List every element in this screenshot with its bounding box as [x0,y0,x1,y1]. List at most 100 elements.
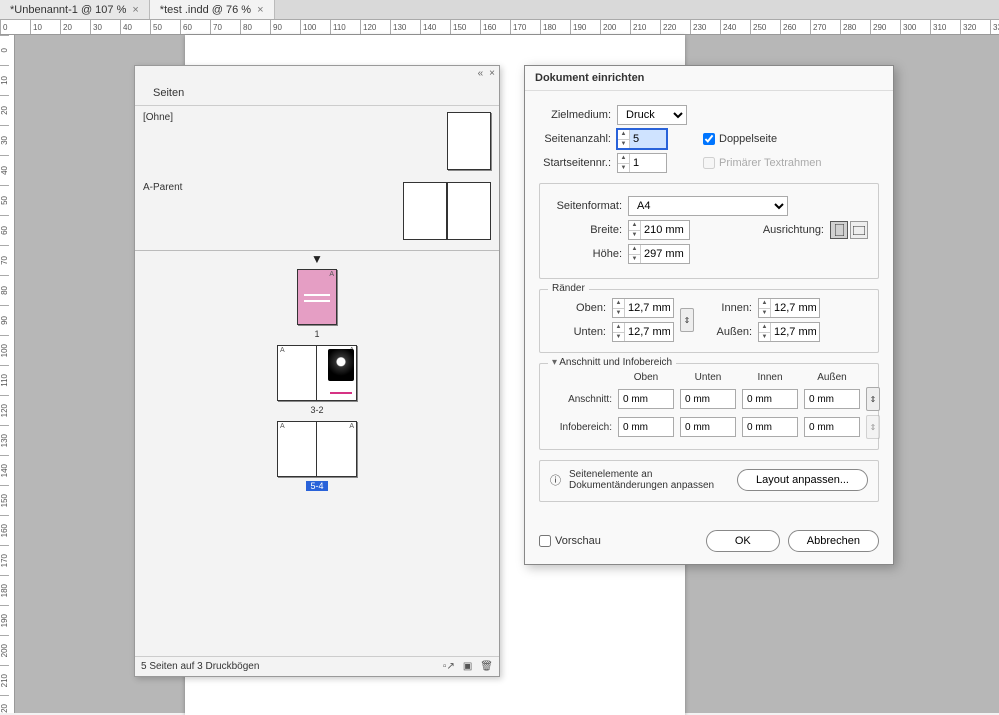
width-field[interactable] [641,221,689,239]
spread-2[interactable]: A A 3-2 [135,345,499,415]
master-indicator: A [329,271,334,278]
ruler-horizontal[interactable]: 0102030405060708090100110120130140150160… [0,20,999,35]
col-bottom: Unten [680,372,736,383]
page-number: 5-4 [306,481,327,491]
master-indicator: A [349,423,354,430]
bleed-section: Anschnitt und Infobereich Oben Unten Inn… [539,363,879,450]
margin-inside-input[interactable]: ▲▼ [758,298,820,318]
tab-label: *Unbenannt-1 @ 107 % [10,4,126,16]
margin-outside-label: Außen: [700,326,752,338]
panel-tab-bar: Seiten [135,81,499,106]
col-inside: Innen [742,372,798,383]
page-size-section: Seitenformat: A4 Breite: ▲▼ Ausrichtung:… [539,183,879,279]
info-icon: ⓘ [550,472,561,488]
trash-icon[interactable]: 🗑 [480,661,493,672]
tab-doc-1[interactable]: *Unbenannt-1 @ 107 % × [0,0,150,19]
dialog-footer: Vorschau OK Abbrechen [525,522,893,564]
start-field[interactable] [630,154,666,172]
bleed-inside-input[interactable] [742,389,798,409]
start-input[interactable]: ▲▼ [617,153,667,173]
slug-inside-input[interactable] [742,417,798,437]
spin-down-icon[interactable]: ▼ [629,255,640,264]
intent-label: Zielmedium: [539,109,611,121]
intent-select[interactable]: Druck [617,105,687,125]
spin-down-icon[interactable]: ▼ [618,164,629,173]
spin-up-icon[interactable]: ▲ [629,221,640,231]
slug-top-input[interactable] [618,417,674,437]
bleed-bottom-input[interactable] [680,389,736,409]
master-indicator: A [280,423,285,430]
ruler-vertical[interactable]: 0102030405060708090100110120130140150160… [0,35,15,713]
dialog-title: Dokument einrichten [525,66,893,91]
close-icon[interactable]: × [489,68,495,79]
width-input[interactable]: ▲▼ [628,220,690,240]
height-input[interactable]: ▲▼ [628,244,690,264]
preview-label: Vorschau [555,535,601,547]
facing-pages-checkbox[interactable]: Doppelseite [703,133,777,145]
spread-3[interactable]: A A 5-4 [135,421,499,491]
page-number: 3-2 [310,405,323,415]
ok-button[interactable]: OK [706,530,780,552]
bleed-outside-input[interactable] [804,389,860,409]
link-bleed-icon[interactable]: ⇕ [866,387,880,411]
master-none-thumb[interactable] [447,112,491,170]
pages-input[interactable]: ▲▼ [617,129,667,149]
divider [135,250,499,251]
preview-check[interactable] [539,535,551,547]
margin-top-input[interactable]: ▲▼ [612,298,674,318]
orient-landscape-button[interactable] [850,221,868,239]
pages-field[interactable] [630,130,666,148]
spin-down-icon[interactable]: ▼ [629,231,640,240]
page-5-thumb[interactable]: A [317,421,357,477]
close-icon[interactable]: × [132,4,138,16]
slug-bottom-input[interactable] [680,417,736,437]
document-tabs: *Unbenannt-1 @ 107 % × *test .indd @ 76 … [0,0,999,20]
new-page-icon[interactable]: ▣ [463,661,472,672]
edit-page-size-icon[interactable]: ▫↗ [443,661,455,672]
panel-title[interactable]: Seiten [145,85,192,101]
spin-up-icon[interactable]: ▲ [618,154,629,164]
panel-body[interactable]: [Ohne] A-Parent ▼ A 1 A A [135,106,499,656]
col-outside: Außen [804,372,860,383]
spin-up-icon[interactable]: ▲ [629,245,640,255]
master-none-label: [Ohne] [143,112,173,123]
start-label: Startseitennr.: [539,157,611,169]
master-none-row[interactable]: [Ohne] [135,106,499,176]
page-4-thumb[interactable]: A [277,421,317,477]
margin-top-label: Oben: [550,302,606,314]
master-parent-thumb[interactable] [403,182,491,240]
overset-indicator [330,392,352,394]
page-1-thumb[interactable]: A [297,269,337,325]
margin-bottom-input[interactable]: ▲▼ [612,322,674,342]
link-margins-icon[interactable]: ⇕ [680,308,694,332]
panel-menu-icon[interactable]: « [478,68,484,79]
cancel-button[interactable]: Abbrechen [788,530,879,552]
width-label: Breite: [550,224,622,236]
bleed-title[interactable]: Anschnitt und Infobereich [548,357,676,368]
adjust-layout-button[interactable]: Layout anpassen... [737,469,868,491]
page-2-thumb[interactable]: A [277,345,317,401]
page-3-thumb[interactable]: A [317,345,357,401]
panel-footer: 5 Seiten auf 3 Druckbögen ▫↗ ▣ 🗑 [135,656,499,676]
spread-1[interactable]: A 1 [135,269,499,339]
spin-down-icon[interactable]: ▼ [618,140,629,149]
spin-up-icon[interactable]: ▲ [618,130,629,140]
height-field[interactable] [641,245,689,263]
bleed-top-input[interactable] [618,389,674,409]
height-label: Höhe: [550,248,622,260]
bleed-label: Anschnitt: [550,394,612,405]
close-icon[interactable]: × [257,4,263,16]
orient-label: Ausrichtung: [763,224,824,236]
preview-checkbox[interactable]: Vorschau [539,535,601,547]
format-select[interactable]: A4 [628,196,788,216]
link-slug-icon[interactable]: ⇕ [866,415,880,439]
facing-check[interactable] [703,133,715,145]
pages-label: Seitenanzahl: [539,133,611,145]
format-label: Seitenformat: [550,200,622,212]
orient-portrait-button[interactable] [830,221,848,239]
slug-outside-input[interactable] [804,417,860,437]
margin-outside-input[interactable]: ▲▼ [758,322,820,342]
adjust-text: Seitenelemente an Dokumentänderungen anp… [569,469,729,491]
master-parent-row[interactable]: A-Parent [135,176,499,246]
tab-doc-2[interactable]: *test .indd @ 76 % × [150,0,275,19]
